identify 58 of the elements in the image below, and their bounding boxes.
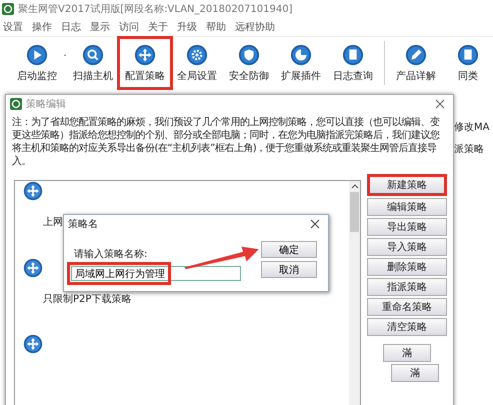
scroll-thumb[interactable]: [350, 192, 359, 232]
menu-item[interactable]: 帮助: [206, 20, 226, 34]
dialog-button[interactable]: 取消: [261, 261, 317, 278]
window-title: 聚生网管V2017试用版[网段名称:VLAN_20180207101940]: [18, 2, 292, 16]
pen-icon: [405, 44, 427, 66]
policy-name[interactable]: 上网: [43, 215, 63, 229]
menu-item[interactable]: 升级: [177, 20, 197, 34]
menu-item[interactable]: 设置: [3, 20, 23, 34]
menu-item[interactable]: 显示: [90, 20, 110, 34]
policy-button[interactable]: 编辑策略: [367, 198, 447, 216]
move-icon: [134, 44, 156, 66]
background-label: 派策略: [454, 142, 485, 156]
move-icon[interactable]: [23, 181, 43, 201]
menu-item[interactable]: 访问: [119, 20, 139, 34]
menu-item[interactable]: 远程协助: [235, 20, 275, 34]
policy-button[interactable]: 重命名策略: [367, 298, 447, 316]
note-text: 注：为了省却您配置策略的麻烦，我们预设了几个常用的上网控制策略，您可以直接（也可以编辑、变更这些策略）指派给您想控制的个别、部分或全部电脑；同时，在您为电脑指派完策略后，我们建议您将主机和策略的对应关系导出备份(在“主机列表”框右上角)，便于您重做系统或重装聚生网管后直接导入。: [12, 116, 441, 168]
search-icon: [82, 44, 104, 66]
move-icon[interactable]: [23, 334, 43, 354]
play-icon: [26, 44, 48, 66]
policy-button[interactable]: 导入策略: [367, 238, 447, 256]
toolbar-button[interactable]: 安全防御: [224, 39, 274, 87]
dialog-button[interactable]: 确定: [261, 241, 317, 258]
background-label: 修改MA: [454, 121, 490, 134]
gear-icon: [186, 44, 208, 66]
toolbar-button[interactable]: 配置策略: [120, 39, 170, 87]
close-icon[interactable]: [435, 99, 445, 109]
toolbar-button[interactable]: 日志查询: [328, 39, 378, 87]
scroll-up-icon[interactable]: [350, 184, 358, 189]
menu-item[interactable]: 操作: [32, 20, 52, 34]
toolbar-button[interactable]: 启动监控: [12, 39, 62, 87]
policy-button[interactable]: 指派策略: [367, 278, 447, 296]
toolbar-button[interactable]: 扩展插件: [276, 39, 326, 87]
dialog-title: 策略名: [68, 218, 98, 231]
toolbar-button[interactable]: 产品详解: [391, 39, 441, 87]
scrollbar[interactable]: [349, 181, 360, 405]
policy-button[interactable]: 新建策略: [367, 174, 447, 196]
policy-button[interactable]: 导出策略: [367, 218, 447, 236]
shield-icon: [238, 44, 260, 66]
policy-button[interactable]: 滿: [383, 344, 431, 362]
doc-icon: [342, 44, 364, 66]
policy-button[interactable]: 清空策略: [367, 318, 447, 336]
policy-button[interactable]: 滿: [391, 364, 439, 382]
toolbar-button[interactable]: 扫描主机: [68, 39, 118, 87]
doc-icon: [457, 44, 479, 66]
prompt-label: 请输入策略名称:: [73, 248, 148, 261]
menu-item[interactable]: 关于: [148, 20, 168, 34]
policy-name[interactable]: 只限制P2P下载策略: [43, 292, 132, 306]
move-icon[interactable]: [23, 258, 43, 278]
close-icon[interactable]: [310, 219, 320, 229]
pie-icon: [290, 44, 312, 66]
app-logo-icon: [10, 98, 22, 110]
policy-button[interactable]: 删除策略: [367, 258, 447, 276]
toolbar-button[interactable]: 全局设置: [172, 39, 222, 87]
dialog-title: 策略编辑: [26, 98, 66, 111]
menu-item[interactable]: 日志: [61, 20, 81, 34]
policy-name-field[interactable]: 局域网上网行为管理: [71, 266, 241, 281]
toolbar-button[interactable]: 同类: [443, 39, 493, 87]
